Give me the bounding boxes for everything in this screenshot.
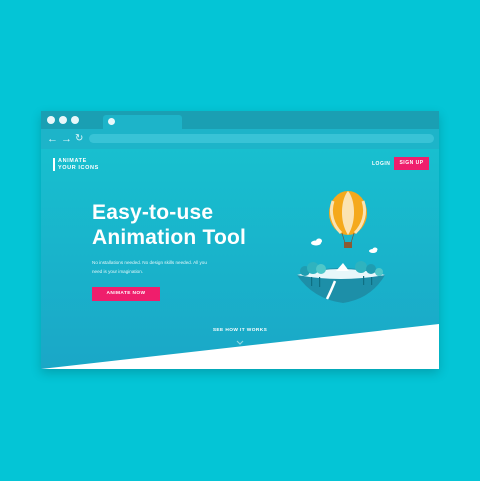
web-page: ANIMATE YOUR ICONS LOGIN SIGN UP Easy-to… [41,149,439,369]
hot-air-balloon-illustration [329,191,367,248]
hero-illustration [297,191,385,303]
floating-island-illustration [297,261,385,303]
chevron-down-icon[interactable] [234,339,246,347]
reload-icon[interactable]: ↻ [75,132,83,146]
address-bar[interactable] [89,134,434,143]
back-icon[interactable]: ← [47,132,58,146]
site-logo[interactable]: ANIMATE YOUR ICONS [53,158,99,171]
animate-now-button[interactable]: ANIMATE NOW [92,287,160,301]
subtext-line-1: No installations needed. No design skill… [92,260,207,265]
subtext-line-2: need is your imagination. [92,268,144,274]
window-minimize-dot[interactable] [59,116,67,124]
browser-window: ← → ↻ ANIMATE YOUR ICONS LOGIN SIGN UP E… [41,111,439,369]
signup-button[interactable]: SIGN UP [394,157,429,170]
browser-titlebar [41,111,439,129]
logo-line-2: YOUR ICONS [58,164,99,171]
headline-line-2: Animation Tool [92,226,247,249]
window-close-dot[interactable] [47,116,55,124]
browser-toolbar: ← → ↻ [41,129,439,149]
tab-favicon-icon [108,118,115,125]
hero-headline: Easy-to-use Animation Tool [92,200,246,250]
see-how-it-works-link[interactable]: SEE HOW IT WORKS [41,328,439,333]
headline-line-1: Easy-to-use [92,201,214,224]
window-maximize-dot[interactable] [71,116,79,124]
login-link[interactable]: LOGIN [372,161,390,167]
hero-subtext: No installations needed. No design skill… [92,259,242,276]
forward-icon[interactable]: → [61,132,72,146]
browser-tab[interactable] [103,115,182,129]
